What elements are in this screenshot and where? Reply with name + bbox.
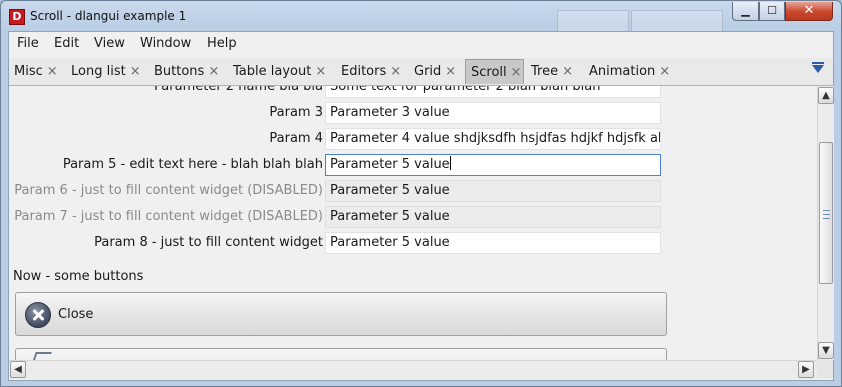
tab-label: Animation	[589, 64, 656, 79]
horizontal-scrollbar[interactable]: ◀ ▶	[9, 360, 817, 379]
tab-label: Scroll	[471, 65, 507, 80]
tab-label: Grid	[414, 64, 442, 79]
menu-window[interactable]: Window	[140, 36, 191, 51]
tab-close-icon[interactable]: ×	[659, 64, 670, 79]
grip-icon	[823, 210, 830, 219]
param-row: Param 5 - edit text here - blah blah bla…	[9, 154, 817, 178]
scroll-content: Parameter 2 name bla bla Some text for p…	[9, 86, 817, 360]
menu-view[interactable]: View	[94, 36, 125, 51]
text-caret	[449, 156, 451, 170]
menu-bar: File Edit View Window Help	[9, 32, 833, 56]
scroll-corner	[817, 360, 833, 378]
param-label: Parameter 2 name bla bla	[154, 86, 323, 94]
vertical-scrollbar[interactable]: ▲ ▼	[817, 86, 834, 360]
tab-animation[interactable]: Animation ×	[584, 59, 670, 84]
tab-long-list[interactable]: Long list ×	[66, 59, 141, 84]
minimize-icon: ▁	[741, 4, 750, 17]
tab-label: Tree	[531, 64, 559, 79]
param-input[interactable]: Parameter 3 value	[325, 102, 661, 124]
param-label: Param 5 - edit text here - blah blah bla…	[62, 157, 323, 172]
partial-icon	[32, 352, 52, 360]
maximize-icon: ☐	[767, 4, 777, 17]
tab-close-icon[interactable]: ×	[390, 64, 401, 79]
tab-buttons[interactable]: Buttons ×	[149, 59, 219, 84]
param-input[interactable]: Some text for parameter 2 blah blah blah	[325, 86, 661, 98]
close-icon: ✕	[803, 3, 815, 18]
tab-close-icon[interactable]: ×	[315, 64, 326, 79]
param-row: Param 6 - just to fill content widget (D…	[9, 180, 817, 204]
tab-tree[interactable]: Tree ×	[526, 59, 573, 84]
tab-grid[interactable]: Grid ×	[409, 59, 456, 84]
app-icon[interactable]: D	[9, 9, 25, 25]
minimize-button[interactable]: ▁	[732, 2, 759, 21]
title-bar[interactable]: D Scroll - dlangui example 1 ▁ ☐ ✕	[1, 1, 841, 34]
client-area: File Edit View Window Help Misc × Long li…	[8, 31, 834, 381]
param-input[interactable]: Parameter 4 value shdjksdfh hsjdfas hdjk…	[325, 128, 661, 150]
tab-close-icon[interactable]: ×	[47, 64, 58, 79]
vertical-scroll-thumb[interactable]	[819, 142, 833, 284]
param-input-disabled: Parameter 5 value	[325, 180, 661, 202]
tab-close-icon[interactable]: ×	[511, 65, 522, 80]
param-label: Param 8 - just to fill content widget	[94, 235, 323, 250]
section-label: Now - some buttons	[13, 269, 144, 284]
param-input-text: Parameter 5 value	[330, 157, 450, 172]
param-row: Param 3 Parameter 3 value	[9, 102, 817, 126]
maximize-button[interactable]: ☐	[759, 2, 785, 21]
param-row: Param 7 - just to fill content widget (D…	[9, 206, 817, 230]
param-label: Param 3	[269, 105, 323, 120]
param-input-focused[interactable]: Parameter 5 value	[325, 154, 661, 176]
tab-close-icon[interactable]: ×	[130, 64, 141, 79]
close-window-button[interactable]: ✕	[785, 2, 833, 21]
scroll-right-button[interactable]: ▶	[798, 361, 814, 378]
tab-overflow-menu-icon[interactable]	[812, 62, 824, 73]
tab-label: Misc	[14, 64, 43, 79]
close-circle-icon	[25, 302, 51, 328]
close-button[interactable]: Close	[15, 292, 667, 336]
menu-file[interactable]: File	[17, 36, 39, 51]
tab-scroll[interactable]: Scroll ×	[465, 59, 524, 84]
param-row: Parameter 2 name bla bla Some text for p…	[9, 86, 817, 100]
tab-bar: Misc × Long list × Buttons × Table layout × …	[9, 58, 833, 86]
tab-label: Editors	[341, 64, 387, 79]
tab-close-icon[interactable]: ×	[208, 64, 219, 79]
param-label: Param 7 - just to fill content widget (D…	[14, 209, 323, 224]
param-input[interactable]: Parameter 5 value	[325, 232, 661, 254]
param-input-disabled: Parameter 5 value	[325, 206, 661, 228]
scroll-down-button[interactable]: ▼	[818, 342, 834, 359]
tab-close-icon[interactable]: ×	[445, 64, 456, 79]
param-label: Param 6 - just to fill content widget (D…	[14, 183, 323, 198]
tab-close-icon[interactable]: ×	[562, 64, 573, 79]
tab-misc[interactable]: Misc ×	[9, 59, 58, 84]
tab-label: Table layout	[233, 64, 312, 79]
param-row: Param 8 - just to fill content widget Pa…	[9, 232, 817, 256]
scroll-left-button[interactable]: ◀	[10, 361, 26, 378]
tab-label: Long list	[71, 64, 126, 79]
param-label: Param 4	[269, 131, 323, 146]
tab-editors[interactable]: Editors ×	[336, 59, 401, 84]
param-row: Param 4 Parameter 4 value shdjksdfh hsjd…	[9, 128, 817, 152]
close-button-label: Close	[58, 307, 94, 322]
menu-edit[interactable]: Edit	[54, 36, 79, 51]
window-title: Scroll - dlangui example 1	[30, 9, 187, 23]
scroll-up-button[interactable]: ▲	[818, 87, 834, 104]
app-window: D Scroll - dlangui example 1 ▁ ☐ ✕ File …	[0, 0, 842, 387]
next-button-partial[interactable]	[15, 348, 667, 360]
tab-label: Buttons	[154, 64, 205, 79]
menu-help[interactable]: Help	[207, 36, 237, 51]
tab-table-layout[interactable]: Table layout ×	[228, 59, 326, 84]
